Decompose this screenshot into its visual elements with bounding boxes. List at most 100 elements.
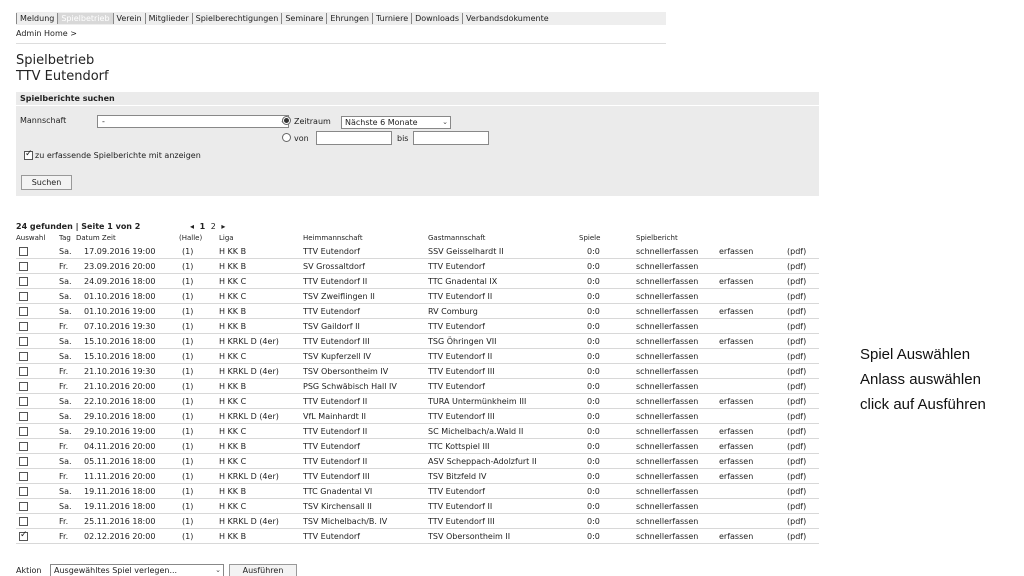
cell-liga: H KK C: [219, 292, 247, 301]
row-select-checkbox[interactable]: [19, 367, 28, 376]
zeitraum-select[interactable]: Nächste 6 Monate ⌄: [341, 116, 451, 129]
cell-halle: (1): [182, 427, 194, 436]
cell-liga: H KK B: [219, 307, 247, 316]
search-button[interactable]: Suchen: [21, 175, 72, 190]
row-select-checkbox[interactable]: [19, 502, 28, 511]
cell-bericht[interactable]: schnellerfassen: [636, 337, 698, 346]
cell-heim: TTV Eutendorf III: [303, 337, 370, 346]
page-link-1[interactable]: 1: [200, 222, 206, 231]
cell-erfassen[interactable]: erfassen: [719, 427, 753, 436]
cell-pdf[interactable]: (pdf): [787, 322, 806, 331]
cell-bericht[interactable]: schnellerfassen: [636, 397, 698, 406]
von-date-input[interactable]: [316, 131, 392, 145]
nav-item-meldung[interactable]: Meldung: [16, 13, 57, 24]
ausfuehren-button[interactable]: Ausführen: [229, 564, 297, 576]
row-select-checkbox[interactable]: [19, 457, 28, 466]
row-select-checkbox[interactable]: [19, 307, 28, 316]
show-pending-checkbox[interactable]: [24, 149, 33, 160]
row-select-checkbox[interactable]: [19, 397, 28, 406]
zeitraum-radio[interactable]: [282, 116, 291, 125]
row-select-checkbox[interactable]: [19, 262, 28, 271]
nav-item-downloads[interactable]: Downloads: [411, 13, 462, 24]
cell-pdf[interactable]: (pdf): [787, 517, 806, 526]
row-select-checkbox[interactable]: [19, 292, 28, 301]
nav-item-verein[interactable]: Verein: [112, 13, 145, 24]
row-select-checkbox[interactable]: [19, 412, 28, 421]
cell-erfassen[interactable]: erfassen: [719, 277, 753, 286]
cell-pdf[interactable]: (pdf): [787, 397, 806, 406]
nav-item-turniere[interactable]: Turniere: [371, 13, 411, 24]
row-select-checkbox[interactable]: [19, 247, 28, 256]
cell-bericht[interactable]: schnellerfassen: [636, 277, 698, 286]
cell-pdf[interactable]: (pdf): [787, 337, 806, 346]
nav-item-ehrungen[interactable]: Ehrungen: [326, 13, 372, 24]
cell-erfassen[interactable]: erfassen: [719, 442, 753, 451]
row-select-checkbox[interactable]: [19, 487, 28, 496]
mannschaft-select[interactable]: - ⌄: [97, 115, 289, 128]
row-select-checkbox[interactable]: [19, 322, 28, 331]
nav-item-seminare[interactable]: Seminare: [281, 13, 326, 24]
nav-item-spielberechtigungen[interactable]: Spielberechtigungen: [191, 13, 282, 24]
bis-date-input[interactable]: [413, 131, 489, 145]
row-select-checkbox[interactable]: [19, 277, 28, 286]
row-select-checkbox[interactable]: [19, 530, 28, 541]
cell-erfassen[interactable]: erfassen: [719, 337, 753, 346]
row-select-checkbox[interactable]: [19, 352, 28, 361]
cell-pdf[interactable]: (pdf): [787, 472, 806, 481]
cell-erfassen[interactable]: erfassen: [719, 472, 753, 481]
cell-bericht[interactable]: schnellerfassen: [636, 472, 698, 481]
cell-bericht[interactable]: schnellerfassen: [636, 487, 698, 496]
nav-item-verbandsdokumente[interactable]: Verbandsdokumente: [462, 13, 552, 24]
von-radio[interactable]: [282, 133, 291, 142]
row-select-checkbox[interactable]: [19, 382, 28, 391]
cell-bericht[interactable]: schnellerfassen: [636, 532, 698, 541]
cell-bericht[interactable]: schnellerfassen: [636, 322, 698, 331]
cell-pdf[interactable]: (pdf): [787, 502, 806, 511]
cell-bericht[interactable]: schnellerfassen: [636, 382, 698, 391]
cell-tag: Sa.: [59, 427, 72, 436]
next-page-icon[interactable]: ▸: [221, 222, 225, 231]
cell-pdf[interactable]: (pdf): [787, 487, 806, 496]
breadcrumb[interactable]: Admin Home >: [16, 29, 77, 38]
row-select-checkbox[interactable]: [19, 472, 28, 481]
cell-pdf[interactable]: (pdf): [787, 427, 806, 436]
cell-erfassen[interactable]: erfassen: [719, 457, 753, 466]
row-select-checkbox[interactable]: [19, 337, 28, 346]
cell-bericht[interactable]: schnellerfassen: [636, 442, 698, 451]
row-select-checkbox[interactable]: [19, 517, 28, 526]
cell-pdf[interactable]: (pdf): [787, 367, 806, 376]
cell-pdf[interactable]: (pdf): [787, 307, 806, 316]
cell-pdf[interactable]: (pdf): [787, 442, 806, 451]
cell-bericht[interactable]: schnellerfassen: [636, 457, 698, 466]
cell-bericht[interactable]: schnellerfassen: [636, 247, 698, 256]
cell-bericht[interactable]: schnellerfassen: [636, 367, 698, 376]
row-select-checkbox[interactable]: [19, 427, 28, 436]
prev-page-icon[interactable]: ◂: [190, 222, 194, 231]
cell-bericht[interactable]: schnellerfassen: [636, 427, 698, 436]
cell-pdf[interactable]: (pdf): [787, 247, 806, 256]
cell-erfassen[interactable]: erfassen: [719, 532, 753, 541]
aktion-select[interactable]: Ausgewähltes Spiel verlegen... ⌄: [50, 564, 224, 576]
cell-erfassen[interactable]: erfassen: [719, 247, 753, 256]
cell-bericht[interactable]: schnellerfassen: [636, 517, 698, 526]
cell-bericht[interactable]: schnellerfassen: [636, 292, 698, 301]
cell-erfassen[interactable]: erfassen: [719, 307, 753, 316]
cell-pdf[interactable]: (pdf): [787, 412, 806, 421]
cell-bericht[interactable]: schnellerfassen: [636, 412, 698, 421]
row-select-checkbox[interactable]: [19, 442, 28, 451]
cell-pdf[interactable]: (pdf): [787, 262, 806, 271]
cell-bericht[interactable]: schnellerfassen: [636, 262, 698, 271]
cell-pdf[interactable]: (pdf): [787, 532, 806, 541]
cell-bericht[interactable]: schnellerfassen: [636, 502, 698, 511]
cell-pdf[interactable]: (pdf): [787, 457, 806, 466]
cell-bericht[interactable]: schnellerfassen: [636, 307, 698, 316]
page-link-2[interactable]: 2: [211, 222, 216, 231]
cell-pdf[interactable]: (pdf): [787, 382, 806, 391]
cell-erfassen[interactable]: erfassen: [719, 397, 753, 406]
cell-pdf[interactable]: (pdf): [787, 352, 806, 361]
cell-pdf[interactable]: (pdf): [787, 292, 806, 301]
cell-bericht[interactable]: schnellerfassen: [636, 352, 698, 361]
cell-pdf[interactable]: (pdf): [787, 277, 806, 286]
nav-item-spielbetrieb[interactable]: Spielbetrieb: [57, 13, 113, 24]
nav-item-mitglieder[interactable]: Mitglieder: [144, 13, 192, 24]
